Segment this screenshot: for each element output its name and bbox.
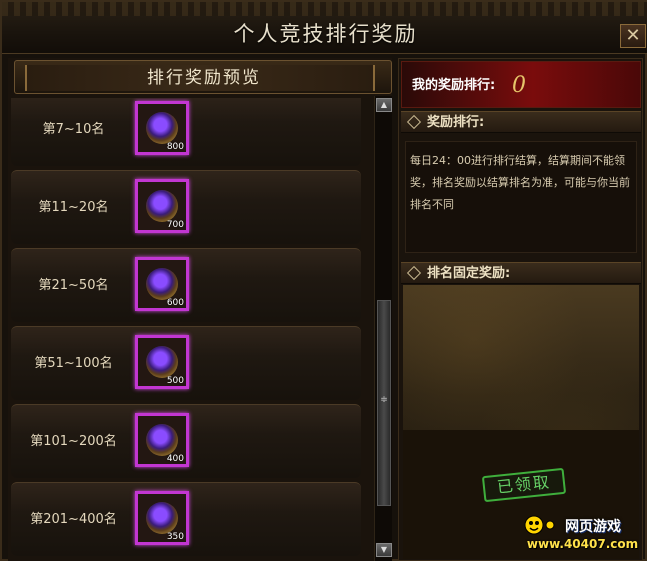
list-scrollbar[interactable]: ▲ ≑ ▼ (374, 96, 392, 561)
reward-row: 第21~50名 600 (11, 248, 361, 322)
gem-item-icon (146, 112, 178, 144)
my-reward-panel: 我的奖励排行: 0 奖励排行: 每日24：00进行排行结算，结算期间不能领奖，排… (398, 58, 643, 561)
rule-box: 每日24：00进行排行结算，结算期间不能领奖，排名奖励以结算排名为准，可能与你当… (405, 141, 637, 253)
item-quantity: 600 (166, 298, 184, 308)
rank-section-label: 奖励排行: (427, 115, 485, 130)
preview-header: 排行奖励预览 (14, 60, 392, 94)
rank-range-label: 第11~20名 (38, 200, 109, 215)
close-button[interactable]: ✕ (620, 24, 646, 48)
close-icon: ✕ (625, 25, 641, 46)
mascot-logo-icon (524, 515, 555, 535)
reward-preview-panel: 排行奖励预览 第7~10名 800 第11~20名 700 第21~50名 60… (8, 58, 392, 561)
title-bar: 个人竞技排行奖励 ✕ (2, 2, 647, 54)
site-watermark: 网页游戏 www.40407.com (520, 512, 645, 560)
reward-window: 个人竞技排行奖励 ✕ 排行奖励预览 第7~10名 800 第11~20名 700 (0, 0, 647, 561)
my-rank-value: 0 (512, 73, 526, 98)
scroll-thumb[interactable]: ≑ (377, 300, 391, 506)
diamond-icon (406, 114, 422, 130)
fixed-reward-header: 排名固定奖励: (401, 262, 641, 284)
watermark-brand: 网页游戏 (565, 519, 621, 535)
reward-item-slot[interactable]: 600 (135, 257, 189, 311)
arrow-up-icon: ▲ (380, 100, 388, 109)
my-rank-bar: 我的奖励排行: 0 (401, 61, 641, 108)
window-title: 个人竞技排行奖励 (233, 22, 418, 46)
grip-icon: ≑ (380, 395, 388, 405)
item-quantity: 700 (166, 220, 184, 230)
item-quantity: 500 (166, 376, 184, 386)
watermark-url: www.40407.com (526, 537, 639, 551)
rank-range-label: 第7~10名 (42, 122, 105, 137)
scroll-down-button[interactable]: ▼ (376, 543, 392, 557)
item-quantity: 800 (166, 142, 184, 152)
rule-text: 每日24：00进行排行结算，结算期间不能领奖，排名奖励以结算排名为准，可能与你当… (410, 154, 630, 211)
preview-title: 排行奖励预览 (147, 68, 261, 88)
rank-range-label: 第101~200名 (30, 434, 117, 449)
rank-range-label: 第201~400名 (30, 512, 117, 527)
gem-item-icon (146, 346, 178, 378)
reward-item-slot[interactable]: 400 (135, 413, 189, 467)
rank-range-label: 第51~100名 (34, 356, 113, 371)
reward-row: 第101~200名 400 (11, 404, 361, 478)
item-quantity: 400 (166, 454, 184, 464)
reward-row: 第7~10名 800 (11, 98, 361, 166)
reward-item-slot[interactable]: 350 (135, 491, 189, 545)
reward-row: 第201~400名 350 (11, 482, 361, 556)
rank-section-header: 奖励排行: (401, 111, 641, 133)
gem-item-icon (146, 268, 178, 300)
gem-item-icon (146, 190, 178, 222)
title-ornament (2, 2, 647, 16)
arrow-down-icon: ▼ (380, 545, 388, 554)
gem-item-icon (146, 502, 178, 534)
item-quantity: 350 (166, 532, 184, 542)
fixed-reward-label: 排名固定奖励: (427, 266, 511, 281)
reward-item-slot[interactable]: 500 (135, 335, 189, 389)
reward-item-slot[interactable]: 700 (135, 179, 189, 233)
rank-range-label: 第21~50名 (38, 278, 109, 293)
my-rank-label: 我的奖励排行: (412, 78, 496, 93)
gem-item-icon (146, 424, 178, 456)
reward-item-slot[interactable]: 800 (135, 101, 189, 155)
reward-row: 第11~20名 700 (11, 170, 361, 244)
reward-list[interactable]: 第7~10名 800 第11~20名 700 第21~50名 600 第51~1… (11, 98, 366, 561)
reward-row: 第51~100名 500 (11, 326, 361, 400)
diamond-icon (406, 265, 422, 281)
scroll-up-button[interactable]: ▲ (376, 98, 392, 112)
